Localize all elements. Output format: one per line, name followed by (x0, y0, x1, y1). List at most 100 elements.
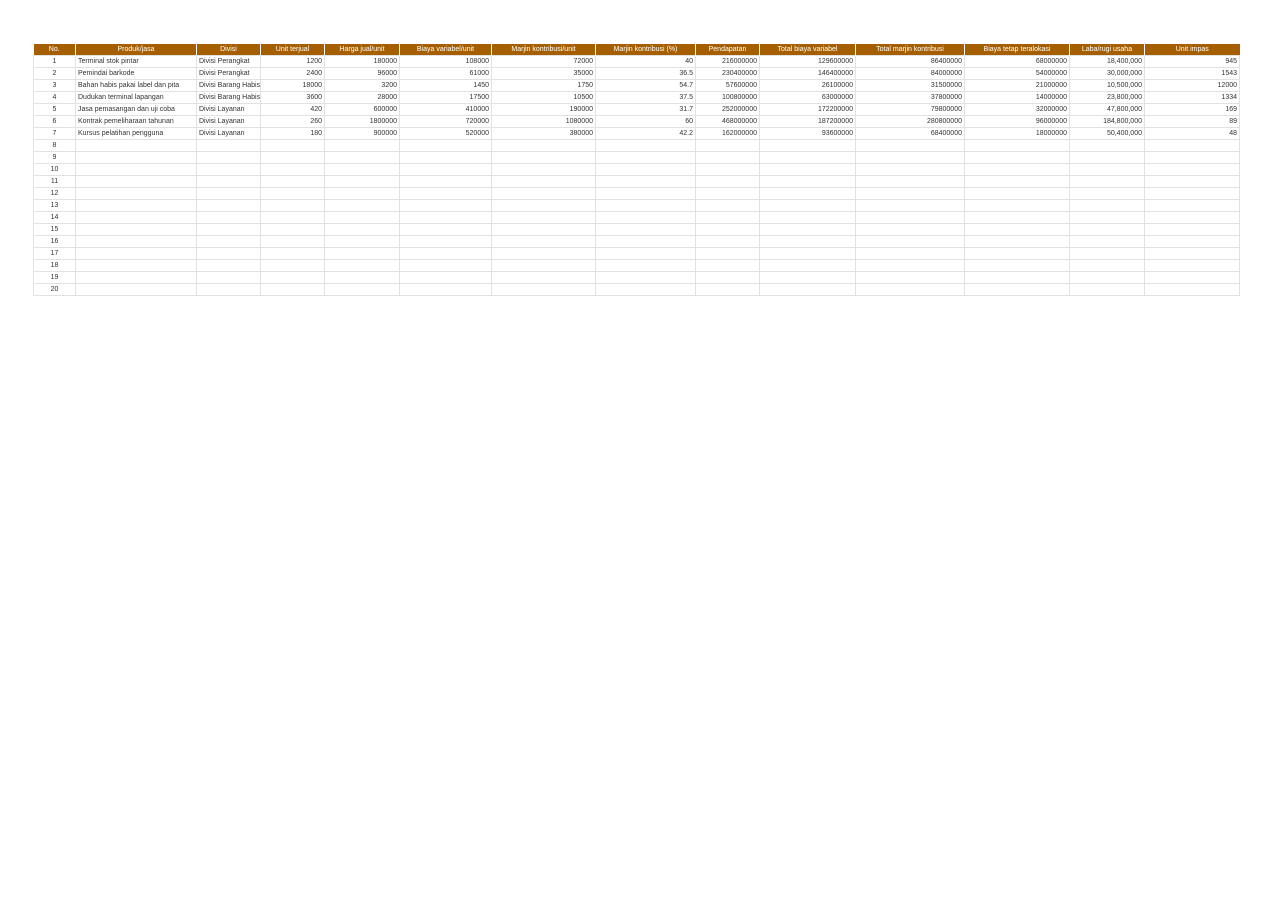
cell-marjin-pct[interactable] (595, 247, 696, 260)
cell-total-biaya-var[interactable] (759, 283, 856, 296)
cell-marjin-unit[interactable]: 10500 (491, 91, 596, 104)
cell-marjin-unit[interactable]: 72000 (491, 55, 596, 68)
cell-produk[interactable] (75, 283, 197, 296)
cell-laba[interactable] (1069, 199, 1145, 212)
cell-marjin-pct[interactable]: 40 (595, 55, 696, 68)
cell-unit-impas[interactable]: 12000 (1144, 79, 1240, 92)
cell-marjin-unit[interactable]: 1750 (491, 79, 596, 92)
cell-laba[interactable] (1069, 247, 1145, 260)
cell-divisi[interactable] (196, 187, 261, 200)
cell-marjin-unit[interactable]: 1080000 (491, 115, 596, 128)
cell-laba[interactable]: 10,500,000 (1069, 79, 1145, 92)
cell-biaya-tetap[interactable] (964, 223, 1070, 236)
cell-unit-terjual[interactable]: 420 (260, 103, 325, 116)
cell-unit-impas[interactable] (1144, 151, 1240, 164)
cell-marjin-pct[interactable] (595, 211, 696, 224)
cell-harga[interactable] (324, 283, 400, 296)
cell-laba[interactable] (1069, 163, 1145, 176)
cell-no[interactable]: 2 (33, 67, 76, 80)
cell-marjin-unit[interactable] (491, 259, 596, 272)
cell-marjin-pct[interactable] (595, 151, 696, 164)
cell-total-marjin[interactable] (855, 151, 965, 164)
cell-unit-impas[interactable] (1144, 175, 1240, 188)
cell-divisi[interactable]: Divisi Barang Habis P (196, 91, 261, 104)
cell-biaya-var[interactable] (399, 199, 492, 212)
cell-total-marjin[interactable] (855, 283, 965, 296)
cell-total-marjin[interactable]: 68400000 (855, 127, 965, 140)
cell-biaya-tetap[interactable] (964, 163, 1070, 176)
cell-biaya-var[interactable] (399, 223, 492, 236)
cell-produk[interactable]: Pemindai barkode (75, 67, 197, 80)
cell-produk[interactable] (75, 139, 197, 152)
column-header-divisi[interactable]: Divisi (196, 44, 261, 56)
cell-pendapatan[interactable] (695, 139, 760, 152)
cell-marjin-unit[interactable] (491, 283, 596, 296)
cell-no[interactable]: 10 (33, 163, 76, 176)
cell-total-biaya-var[interactable]: 93600000 (759, 127, 856, 140)
cell-marjin-unit[interactable] (491, 235, 596, 248)
cell-no[interactable]: 4 (33, 91, 76, 104)
cell-total-biaya-var[interactable] (759, 271, 856, 284)
cell-marjin-pct[interactable] (595, 199, 696, 212)
cell-total-biaya-var[interactable] (759, 163, 856, 176)
cell-unit-impas[interactable]: 89 (1144, 115, 1240, 128)
cell-marjin-unit[interactable] (491, 211, 596, 224)
cell-biaya-tetap[interactable] (964, 283, 1070, 296)
cell-total-marjin[interactable]: 84000000 (855, 67, 965, 80)
column-header-no[interactable]: No. (33, 44, 76, 56)
cell-pendapatan[interactable] (695, 247, 760, 260)
cell-marjin-unit[interactable]: 190000 (491, 103, 596, 116)
cell-unit-terjual[interactable] (260, 247, 325, 260)
cell-total-marjin[interactable] (855, 271, 965, 284)
cell-harga[interactable]: 3200 (324, 79, 400, 92)
cell-pendapatan[interactable]: 468000000 (695, 115, 760, 128)
cell-marjin-pct[interactable]: 37.5 (595, 91, 696, 104)
cell-unit-terjual[interactable]: 260 (260, 115, 325, 128)
cell-no[interactable]: 9 (33, 151, 76, 164)
cell-produk[interactable]: Bahan habis pakai label dan pita (75, 79, 197, 92)
cell-marjin-unit[interactable] (491, 175, 596, 188)
cell-harga[interactable]: 600000 (324, 103, 400, 116)
cell-biaya-var[interactable]: 720000 (399, 115, 492, 128)
cell-divisi[interactable] (196, 283, 261, 296)
cell-pendapatan[interactable] (695, 187, 760, 200)
cell-unit-impas[interactable] (1144, 259, 1240, 272)
cell-unit-terjual[interactable]: 3600 (260, 91, 325, 104)
cell-divisi[interactable] (196, 223, 261, 236)
cell-total-biaya-var[interactable] (759, 223, 856, 236)
cell-harga[interactable]: 28000 (324, 91, 400, 104)
cell-laba[interactable] (1069, 271, 1145, 284)
cell-total-biaya-var[interactable] (759, 247, 856, 260)
cell-marjin-unit[interactable] (491, 187, 596, 200)
column-header-pendapatan[interactable]: Pendapatan (695, 44, 760, 56)
cell-unit-impas[interactable] (1144, 247, 1240, 260)
cell-laba[interactable] (1069, 175, 1145, 188)
cell-divisi[interactable] (196, 259, 261, 272)
cell-laba[interactable]: 23,800,000 (1069, 91, 1145, 104)
column-header-biaya-var[interactable]: Biaya variabel/unit (399, 44, 492, 56)
cell-laba[interactable]: 18,400,000 (1069, 55, 1145, 68)
cell-divisi[interactable]: Divisi Perangkat (196, 55, 261, 68)
cell-marjin-pct[interactable]: 42.2 (595, 127, 696, 140)
cell-biaya-var[interactable] (399, 151, 492, 164)
cell-produk[interactable] (75, 223, 197, 236)
cell-total-biaya-var[interactable] (759, 187, 856, 200)
cell-unit-terjual[interactable] (260, 235, 325, 248)
cell-total-biaya-var[interactable] (759, 211, 856, 224)
cell-produk[interactable] (75, 247, 197, 260)
cell-divisi[interactable]: Divisi Barang Habis P (196, 79, 261, 92)
cell-biaya-tetap[interactable] (964, 139, 1070, 152)
cell-harga[interactable] (324, 247, 400, 260)
cell-produk[interactable]: Kursus pelatihan pengguna (75, 127, 197, 140)
cell-divisi[interactable]: Divisi Layanan (196, 127, 261, 140)
cell-biaya-tetap[interactable] (964, 235, 1070, 248)
cell-biaya-var[interactable] (399, 259, 492, 272)
cell-unit-terjual[interactable] (260, 199, 325, 212)
cell-marjin-pct[interactable] (595, 163, 696, 176)
cell-total-marjin[interactable] (855, 199, 965, 212)
cell-pendapatan[interactable] (695, 163, 760, 176)
cell-laba[interactable] (1069, 187, 1145, 200)
cell-produk[interactable] (75, 199, 197, 212)
cell-total-marjin[interactable] (855, 139, 965, 152)
cell-total-biaya-var[interactable]: 63000000 (759, 91, 856, 104)
